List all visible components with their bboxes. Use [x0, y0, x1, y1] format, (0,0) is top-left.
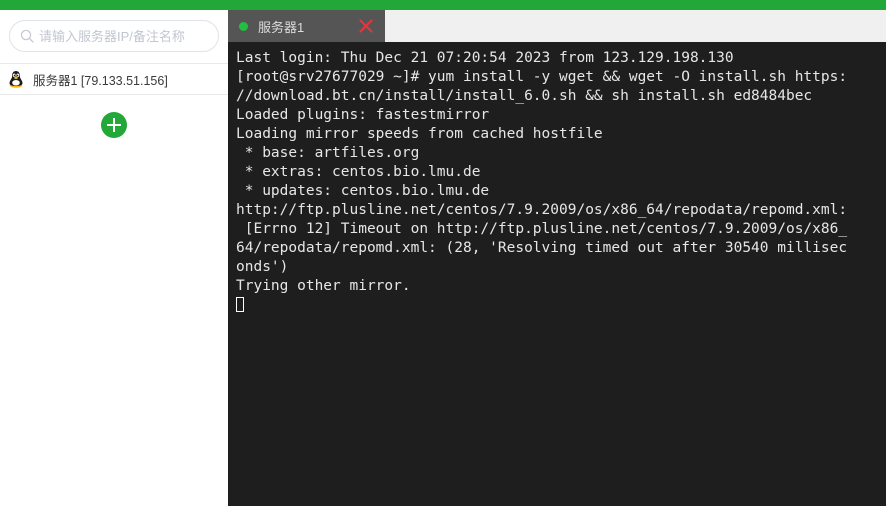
close-icon[interactable]: [359, 19, 373, 33]
terminal-line: 64/repodata/repomd.xml: (28, 'Resolving …: [236, 240, 848, 256]
terminal-line: * base: artfiles.org: [236, 145, 420, 161]
server-list: 服务器1 [79.133.51.156]: [0, 63, 228, 95]
add-server-button[interactable]: [101, 112, 127, 138]
green-dot-icon: [239, 21, 248, 31]
terminal-line: [root@srv27677029 ~]# yum install -y wge…: [236, 69, 848, 85]
terminal-line: * updates: centos.bio.lmu.de: [236, 183, 490, 199]
top-green-bar: [0, 0, 886, 10]
sidebar: 服务器1 [79.133.51.156]: [0, 10, 228, 506]
terminal-line: Loading mirror speeds from cached hostfi…: [236, 126, 603, 142]
terminal-line: Trying other mirror.: [236, 278, 411, 294]
app-window: 服务器1 [79.133.51.156] 服务器1: [0, 0, 886, 506]
terminal-pane: 服务器1 Last login: Thu Dec 21 07:20:54 202…: [228, 10, 886, 506]
search-icon: [16, 25, 38, 47]
terminal-line: [Errno 12] Timeout on http://ftp.pluslin…: [236, 221, 848, 237]
search-input[interactable]: [39, 28, 214, 44]
terminal-line: Loaded plugins: fastestmirror: [236, 107, 490, 123]
block-cursor: [236, 297, 244, 312]
list-item[interactable]: 服务器1 [79.133.51.156]: [0, 64, 228, 95]
tab-bar: 服务器1: [228, 10, 886, 42]
search-box[interactable]: [9, 20, 219, 52]
terminal-line: //download.bt.cn/install/install_6.0.sh …: [236, 88, 813, 104]
terminal-line: onds'): [236, 259, 289, 275]
plus-icon: [107, 118, 121, 132]
terminal-cursor-line: [236, 296, 886, 315]
terminal-line: Last login: Thu Dec 21 07:20:54 2023 fro…: [236, 50, 734, 66]
tab-server1[interactable]: 服务器1: [228, 10, 385, 42]
add-server-row: [0, 112, 228, 138]
terminal-output[interactable]: Last login: Thu Dec 21 07:20:54 2023 fro…: [228, 42, 886, 506]
tab-label: 服务器1: [258, 19, 305, 35]
terminal-line: http://ftp.plusline.net/centos/7.9.2009/…: [236, 202, 848, 218]
terminal-line: * extras: centos.bio.lmu.de: [236, 164, 481, 180]
linux-tux-icon: [8, 70, 24, 88]
server-item-label: 服务器1 [79.133.51.156]: [33, 73, 168, 88]
